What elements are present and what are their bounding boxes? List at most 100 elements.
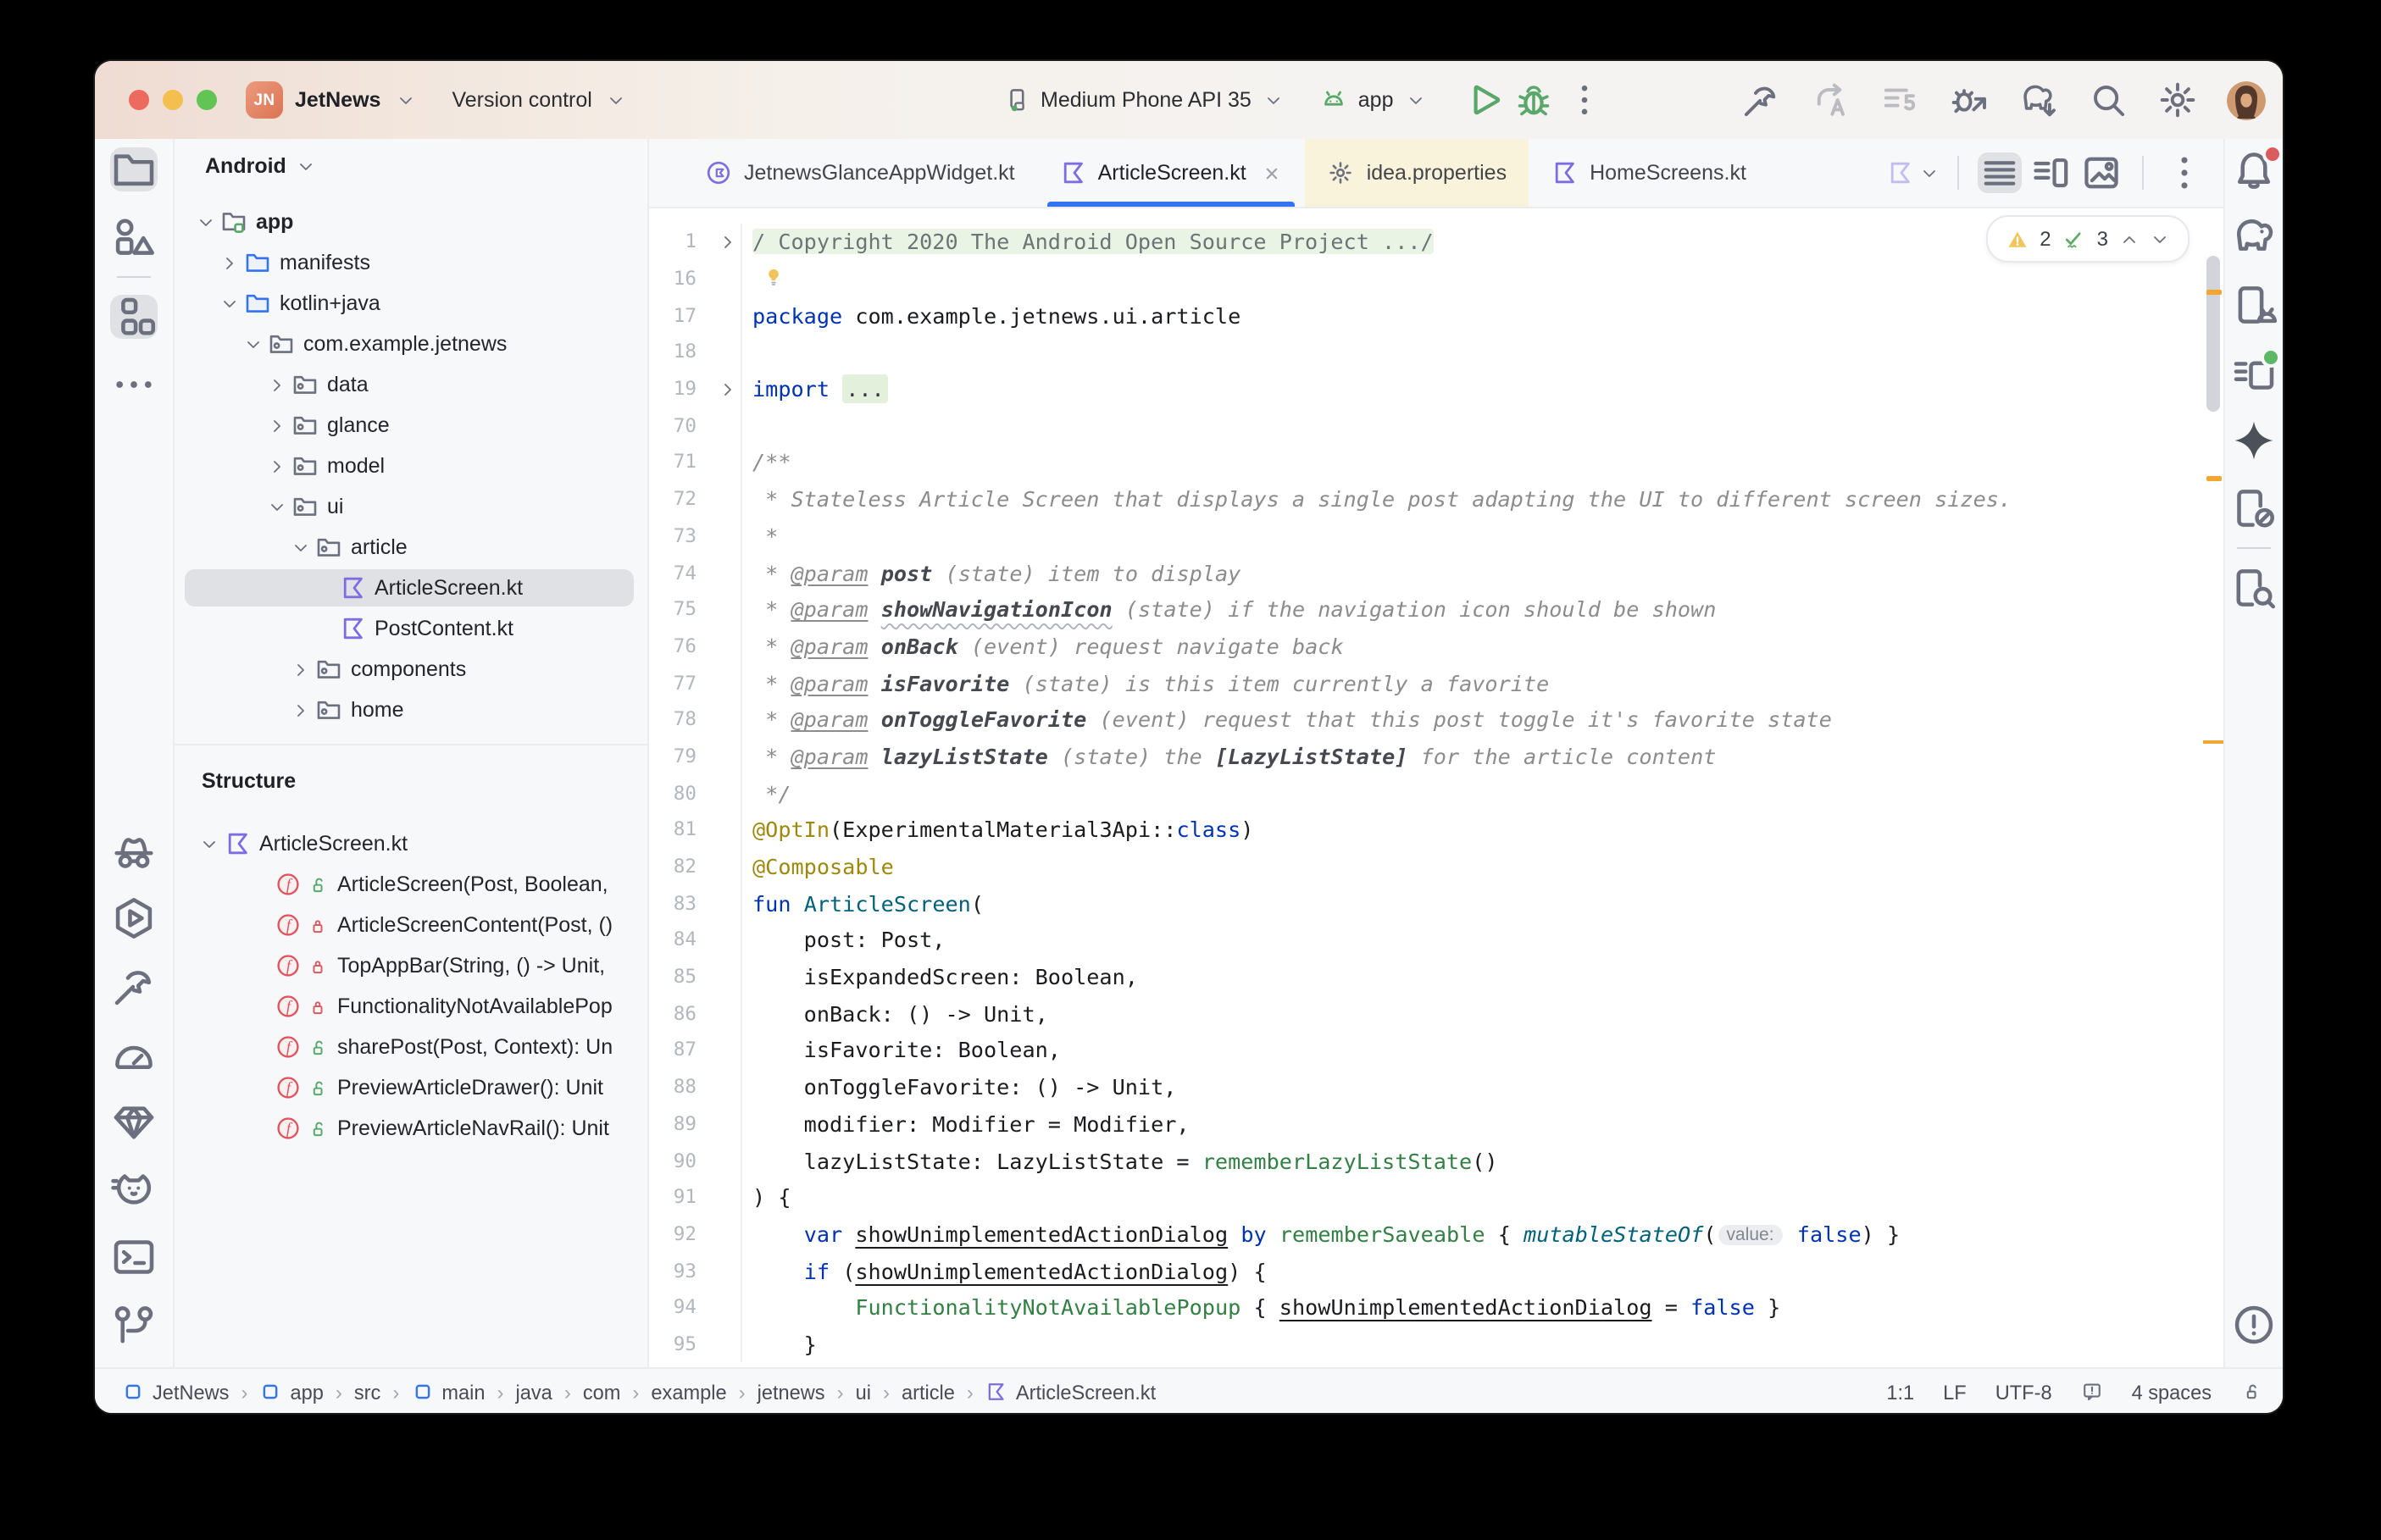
fold-chevron-icon[interactable] [719,379,737,398]
tree-item-articlescreen-kt[interactable]: ArticleScreen.kt [175,568,647,608]
structure-root[interactable]: ArticleScreen.kt [175,823,647,864]
breadcrumb-article[interactable]: article [902,1380,955,1404]
tree-item-home[interactable]: home [175,690,647,730]
tree-item-model[interactable]: model [175,446,647,486]
editor-scrollbar[interactable] [2203,208,2223,1367]
chevron-down-icon[interactable] [239,335,266,353]
line-number[interactable]: 1 [649,231,697,253]
fold-chevron-icon[interactable] [719,233,737,252]
chevron-right-icon[interactable] [263,375,290,394]
breadcrumb-example[interactable]: example [651,1380,726,1404]
tree-item-com-example-jetnews[interactable]: com.example.jetnews [175,324,647,364]
tree-item-app[interactable]: app [175,202,647,242]
scrollbar-thumb[interactable] [2206,256,2220,412]
tab-options-button[interactable] [2162,152,2206,193]
tool-resource-manager[interactable] [110,215,158,259]
breadcrumb-jetnews[interactable]: jetnews [758,1380,825,1404]
tree-item-postcontent-kt[interactable]: PostContent.kt [175,608,647,649]
line-number[interactable]: 77 [649,672,697,694]
caret-position[interactable]: 1:1 [1886,1380,1914,1404]
settings-button[interactable] [2157,80,2198,120]
minimize-window-button[interactable] [163,90,183,110]
structure-item[interactable]: fTopAppBar(String, () -> Unit, [175,945,647,986]
more-actions-button[interactable] [1565,80,1606,120]
tree-item-kotlin-java[interactable]: kotlin+java [175,283,647,324]
structure-item[interactable]: fArticleScreenContent(Post, () [175,905,647,945]
tab-jetnewsglanceappwidget-kt[interactable]: JetnewsGlanceAppWidget.kt [683,139,1037,207]
breadcrumb-jetnews[interactable]: JetNews [122,1380,230,1404]
tool-gradle[interactable] [2230,215,2278,259]
line-number[interactable]: 87 [649,1039,697,1061]
profiler-sessions-button[interactable] [1879,80,1920,120]
breadcrumb-articlescreen-kt[interactable]: ArticleScreen.kt [985,1380,1156,1404]
editor-view-mode-code[interactable] [1978,152,2022,193]
inspection-widget[interactable]: 2 3 [1985,215,2190,263]
tree-item-data[interactable]: data [175,364,647,405]
tool-services[interactable] [110,896,158,940]
chevron-down-icon[interactable] [1407,91,1426,109]
tree-item-glance[interactable]: glance [175,405,647,446]
gradle-sync-button[interactable] [2018,80,2059,120]
line-number[interactable]: 80 [649,782,697,804]
breadcrumb-ui[interactable]: ui [856,1380,871,1404]
tree-item-components[interactable]: components [175,649,647,690]
structure-item[interactable]: fsharePost(Post, Context): Un [175,1027,647,1067]
line-number[interactable]: 95 [649,1333,697,1355]
chevron-down-icon[interactable] [191,213,219,231]
editor-view-mode-preview[interactable] [2079,152,2123,193]
tool-gemini[interactable] [2230,418,2278,463]
previous-problem-button[interactable] [2120,230,2139,248]
tab-articlescreen-kt[interactable]: ArticleScreen.kt [1037,139,1306,207]
tree-item-ui[interactable]: ui [175,486,647,527]
close-window-button[interactable] [129,90,149,110]
tool-terminal[interactable] [110,1235,158,1279]
line-number[interactable]: 93 [649,1260,697,1282]
project-widget[interactable]: JN JetNews [246,81,414,119]
line-number[interactable]: 82 [649,856,697,878]
breadcrumb-app[interactable]: app [260,1380,324,1404]
chevron-down-icon[interactable] [195,834,222,853]
tool-device-manager[interactable] [2230,283,2278,327]
line-number[interactable]: 94 [649,1297,697,1319]
tool-app-inspection[interactable] [110,828,158,872]
line-number[interactable]: 86 [649,1003,697,1025]
tree-item-article[interactable]: article [175,527,647,568]
chevron-down-icon[interactable] [263,497,290,516]
line-number[interactable]: 81 [649,819,697,841]
tool-notifications[interactable] [2230,147,2278,191]
structure-item[interactable]: fPreviewArticleNavRail(): Unit [175,1108,647,1149]
maximize-window-button[interactable] [197,90,217,110]
line-number[interactable]: 92 [649,1223,697,1245]
debug-button[interactable] [1514,80,1555,120]
line-number[interactable]: 76 [649,635,697,657]
run-configuration[interactable]: app [1358,88,1394,112]
line-number[interactable]: 89 [649,1113,697,1135]
breadcrumb-main[interactable]: main [411,1380,485,1404]
line-number[interactable]: 70 [649,415,697,437]
line-number[interactable]: 74 [649,562,697,584]
breadcrumb-com[interactable]: com [583,1380,621,1404]
hidden-tab-kotlin-icon[interactable] [1886,159,1913,186]
breadcrumb-java[interactable]: java [516,1380,552,1404]
line-number[interactable]: 91 [649,1186,697,1208]
tool-more-tool-windows[interactable] [110,363,158,407]
attach-debugger-button[interactable] [1949,80,1990,120]
line-number[interactable]: 18 [649,341,697,363]
line-number[interactable]: 73 [649,525,697,547]
structure-item[interactable]: fArticleScreen(Post, Boolean, [175,864,647,905]
chevron-right-icon[interactable] [263,457,290,475]
tool-profiler[interactable] [110,1032,158,1076]
project-view-selector[interactable]: Android [175,139,647,178]
line-number[interactable]: 16 [649,268,697,290]
chevron-down-icon[interactable] [215,294,242,313]
line-number[interactable]: 90 [649,1149,697,1172]
avatar[interactable] [2227,80,2266,119]
tool-running-devices[interactable] [2230,351,2278,395]
chevron-right-icon[interactable] [215,253,242,272]
tree-item-manifests[interactable]: manifests [175,242,647,283]
run-button[interactable] [1463,80,1504,120]
chevron-down-icon[interactable] [1265,91,1284,109]
hidden-tabs-chevron-icon[interactable] [1920,163,1939,182]
apply-changes-button[interactable] [1810,80,1851,120]
line-number[interactable]: 75 [649,598,697,620]
